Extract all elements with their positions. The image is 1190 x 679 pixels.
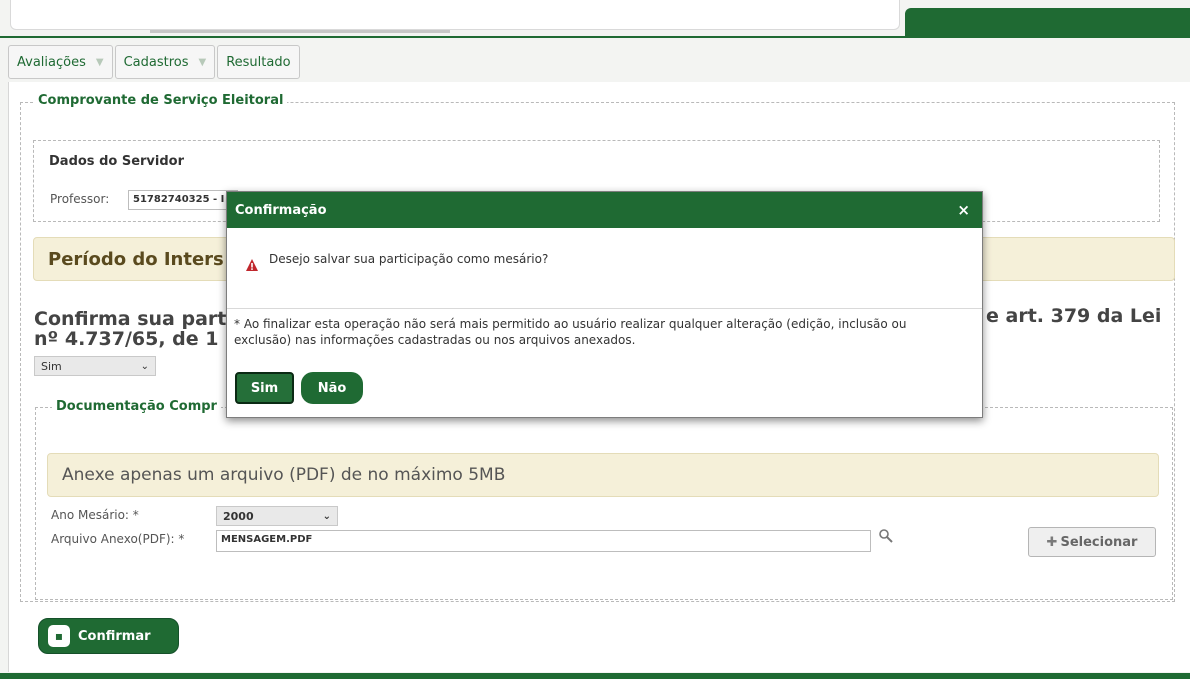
dialog-title: Confirmação bbox=[235, 202, 327, 218]
ano-mesario-value: 2000 bbox=[223, 509, 254, 523]
dialog-message-row: Desejo salvar sua participação como mesá… bbox=[245, 248, 548, 272]
header-green-line bbox=[0, 36, 1190, 38]
confirm-select-value: Sim bbox=[41, 359, 62, 373]
menu-item-avaliacoes[interactable]: Avaliações ▼ bbox=[8, 45, 113, 79]
chevron-down-icon: ▼ bbox=[95, 56, 104, 68]
chevron-down-icon: ▼ bbox=[198, 56, 207, 68]
comprovante-legend: Comprovante de Serviço Eleitoral bbox=[34, 93, 288, 108]
selecionar-label: Selecionar bbox=[1060, 534, 1138, 550]
servidor-title: Dados do Servidor bbox=[49, 154, 184, 169]
confirm-question-line2: nº 4.737/65, de 1 bbox=[34, 328, 219, 350]
chevron-down-icon: ⌄ bbox=[140, 360, 149, 372]
confirm-question-line1-left: Confirma sua part bbox=[34, 308, 227, 330]
chevron-down-icon: ⌄ bbox=[322, 510, 331, 522]
ano-mesario-select[interactable]: 2000 ⌄ bbox=[216, 506, 338, 526]
dialog-separator bbox=[227, 308, 982, 309]
ano-mesario-label: Ano Mesário: * bbox=[51, 508, 139, 522]
warning-icon bbox=[246, 259, 258, 271]
top-header bbox=[0, 0, 1190, 40]
confirmation-dialog: Confirmação × Desejo salvar sua particip… bbox=[226, 191, 983, 418]
nao-button[interactable]: Não bbox=[301, 372, 363, 404]
arquivo-anexo-label: Arquivo Anexo(PDF): * bbox=[51, 532, 185, 546]
floppy-disk-icon: ▪ bbox=[48, 625, 70, 647]
main-menu: Avaliações ▼ Cadastros ▼ Resultado bbox=[8, 45, 300, 79]
confirmar-button[interactable]: ▪ Confirmar bbox=[38, 618, 179, 654]
header-green-strip bbox=[905, 8, 1190, 36]
menu-item-cadastros[interactable]: Cadastros ▼ bbox=[114, 45, 216, 79]
menu-item-resultado[interactable]: Resultado bbox=[217, 45, 300, 79]
anexo-notice: Anexe apenas um arquivo (PDF) de no máxi… bbox=[47, 453, 1159, 497]
header-white-box bbox=[10, 0, 900, 30]
professor-label: Professor: bbox=[50, 192, 110, 206]
menu-item-label: Resultado bbox=[226, 54, 291, 70]
menu-item-label: Avaliações bbox=[17, 54, 86, 70]
dialog-message: Desejo salvar sua participação como mesá… bbox=[269, 252, 549, 266]
documentacao-legend: Documentação Compr bbox=[52, 399, 221, 414]
dialog-header: Confirmação × bbox=[227, 192, 982, 228]
anexo-notice-text: Anexe apenas um arquivo (PDF) de no máxi… bbox=[62, 465, 506, 485]
sim-button[interactable]: Sim bbox=[235, 372, 294, 404]
dialog-note: * Ao finalizar esta operação não será ma… bbox=[234, 317, 907, 347]
close-icon[interactable]: × bbox=[957, 201, 970, 219]
periodo-title: Período do Inters bbox=[48, 248, 224, 270]
documentacao-fieldset bbox=[35, 407, 1173, 600]
selecionar-button[interactable]: ✚ Selecionar bbox=[1028, 527, 1156, 557]
plus-icon: ✚ bbox=[1046, 534, 1058, 550]
magnifier-icon[interactable] bbox=[878, 528, 894, 544]
confirmar-label: Confirmar bbox=[78, 628, 151, 644]
confirm-select[interactable]: Sim ⌄ bbox=[34, 356, 156, 376]
confirm-question-line1-right: e art. 379 da Lei bbox=[986, 305, 1162, 327]
header-grey-line bbox=[150, 30, 450, 33]
footer-green-line bbox=[0, 673, 1190, 679]
arquivo-anexo-field[interactable]: MENSAGEM.PDF bbox=[216, 530, 871, 552]
professor-field[interactable]: 51782740325 - I bbox=[128, 190, 238, 210]
menu-item-label: Cadastros bbox=[123, 54, 189, 70]
